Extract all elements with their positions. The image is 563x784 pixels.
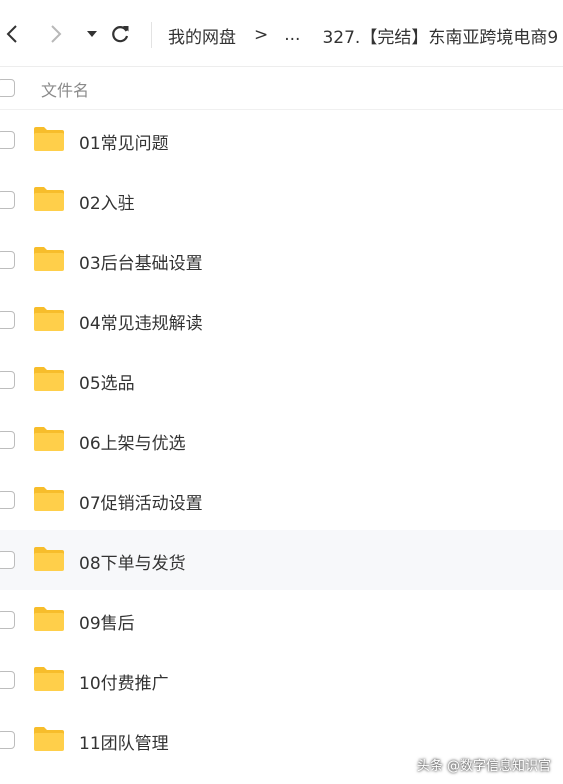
breadcrumb-root[interactable]: 我的网盘: [168, 23, 236, 48]
folder-name: 06上架与优选: [79, 434, 186, 454]
caret-down-icon: [87, 31, 97, 37]
refresh-icon: [112, 26, 129, 43]
row-checkbox[interactable]: [0, 311, 15, 329]
row-checkbox[interactable]: [0, 191, 15, 209]
navigation-bar: 我的网盘 > ... 327.【完结】东南亚跨境电商9: [0, 0, 563, 66]
list-header: 文件名: [0, 66, 563, 110]
toolbar-divider: [151, 22, 152, 48]
folder-icon: [34, 607, 64, 631]
row-checkbox[interactable]: [0, 551, 15, 569]
watermark: 头条 @数字信息知识官: [416, 759, 551, 774]
folder-row[interactable]: 02入驻: [0, 170, 563, 230]
folder-name: 02入驻: [79, 194, 135, 214]
folder-row[interactable]: 05选品: [0, 350, 563, 410]
folder-icon: [34, 367, 64, 391]
folder-name: 07促销活动设置: [79, 494, 203, 514]
folder-name: 03后台基础设置: [79, 254, 203, 274]
row-checkbox[interactable]: [0, 671, 15, 689]
folder-row[interactable]: 09售后: [0, 590, 563, 650]
forward-button[interactable]: [44, 20, 68, 48]
row-checkbox[interactable]: [0, 611, 15, 629]
row-checkbox[interactable]: [0, 491, 15, 509]
row-checkbox[interactable]: [0, 131, 15, 149]
folder-icon: [34, 727, 64, 751]
column-header-filename[interactable]: 文件名: [41, 77, 89, 101]
folder-icon: [34, 667, 64, 691]
folder-row[interactable]: 04常见违规解读: [0, 290, 563, 350]
folder-row[interactable]: 07促销活动设置: [0, 470, 563, 530]
folder-icon: [34, 307, 64, 331]
file-browser: 我的网盘 > ... 327.【完结】东南亚跨境电商9 文件名 01常见问题 02…: [0, 0, 563, 784]
breadcrumb-current: 327.【完结】东南亚跨境电商9: [322, 27, 559, 48]
select-all-checkbox[interactable]: [0, 79, 15, 97]
folder-name: 04常见违规解读: [79, 314, 203, 334]
folder-row[interactable]: 03后台基础设置: [0, 230, 563, 290]
folder-name: 05选品: [79, 374, 135, 394]
row-checkbox[interactable]: [0, 731, 15, 749]
folder-row[interactable]: 08下单与发货: [0, 530, 563, 590]
refresh-button[interactable]: [108, 20, 132, 48]
chevron-right-icon: [51, 25, 62, 43]
folder-name: 09售后: [79, 614, 135, 634]
folder-icon: [34, 247, 64, 271]
folder-icon: [34, 187, 64, 211]
breadcrumb: 我的网盘 > ... 327.【完结】东南亚跨境电商9: [168, 22, 558, 48]
folder-icon: [34, 547, 64, 571]
folder-row[interactable]: 06上架与优选: [0, 410, 563, 470]
folder-icon: [34, 487, 64, 511]
row-checkbox[interactable]: [0, 371, 15, 389]
folder-name: 11团队管理: [79, 734, 169, 754]
chevron-left-icon: [6, 25, 17, 43]
breadcrumb-ellipsis[interactable]: ...: [284, 25, 300, 45]
breadcrumb-separator: >: [254, 25, 269, 45]
folder-name: 01常见问题: [79, 134, 169, 154]
folder-name: 08下单与发货: [79, 554, 186, 574]
file-list: 01常见问题 02入驻 03后台基础设置 04常见违规解读 05选品 06上架与优选 07促…: [0, 110, 563, 770]
folder-name: 10付费推广: [79, 674, 169, 694]
row-checkbox[interactable]: [0, 251, 15, 269]
row-checkbox[interactable]: [0, 431, 15, 449]
folder-icon: [34, 127, 64, 151]
folder-row[interactable]: 01常见问题: [0, 110, 563, 170]
folder-row[interactable]: 10付费推广: [0, 650, 563, 710]
folder-icon: [34, 427, 64, 451]
history-dropdown-button[interactable]: [80, 20, 104, 48]
back-button[interactable]: [0, 20, 24, 48]
